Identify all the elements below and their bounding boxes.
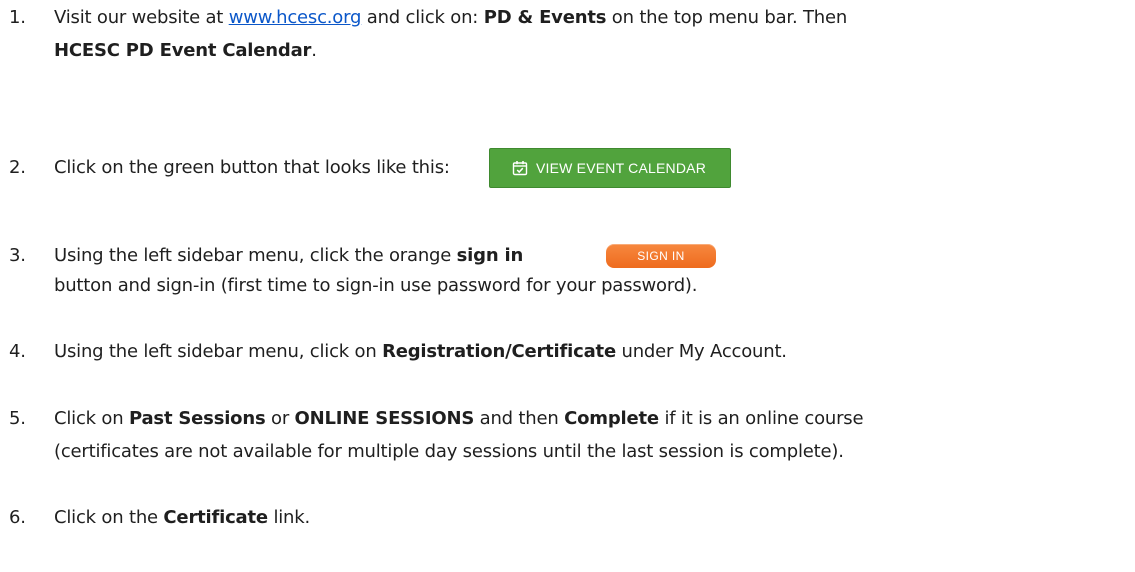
step-5-number: 5. — [9, 408, 26, 429]
step-5-text-a: Click on — [54, 408, 129, 429]
step-3-line-1: Using the left sidebar menu, click the o… — [54, 244, 523, 268]
registration-certificate-label: Registration/Certificate — [382, 341, 616, 362]
view-event-calendar-button[interactable]: VIEW EVENT CALENDAR — [489, 148, 731, 188]
step-6-number: 6. — [9, 507, 26, 528]
step-5-text-b: or — [265, 408, 295, 429]
website-link[interactable]: www.hcesc.org — [229, 7, 362, 28]
step-2-text: Click on the green button that looks lik… — [54, 157, 450, 178]
step-5-line-1: Click on Past Sessions or ONLINE SESSION… — [54, 407, 864, 431]
step-3-line-2: button and sign-in (first time to sign-i… — [54, 275, 698, 296]
complete-label: Complete — [564, 408, 659, 429]
pd-events-label: PD & Events — [483, 7, 607, 28]
step-1-line-2: HCESC PD Event Calendar. — [54, 39, 317, 63]
sign-in-button[interactable]: SIGN IN — [606, 244, 716, 268]
step-5-line-2: (certificates are not available for mult… — [54, 441, 844, 462]
step-5-text-d: if it is an online course — [658, 408, 864, 429]
step-2-number: 2. — [9, 157, 26, 178]
step-1-line-1: Visit our website at www.hcesc.org and c… — [54, 6, 847, 30]
step-6-text: Click on the Certificate link. — [54, 506, 310, 530]
view-event-calendar-label: VIEW EVENT CALENDAR — [536, 160, 707, 176]
online-sessions-label: ONLINE SESSIONS — [294, 408, 475, 429]
step-5-text-c: and then — [474, 408, 565, 429]
calendar-check-icon — [512, 160, 528, 176]
certificate-label: Certificate — [163, 507, 268, 528]
step-4-text: Using the left sidebar menu, click on Re… — [54, 340, 787, 364]
step-1-period: . — [311, 40, 317, 61]
step-6-text-b: link. — [267, 507, 310, 528]
step-1-number: 1. — [9, 7, 26, 28]
step-1-text-b: and click on: — [361, 7, 484, 28]
step-4-number: 4. — [9, 341, 26, 362]
step-1-text-c: on the top menu bar. Then — [606, 7, 848, 28]
step-4-text-after: under My Account. — [615, 341, 787, 362]
step-3-number: 3. — [9, 245, 26, 266]
step-1-text-a: Visit our website at — [54, 7, 229, 28]
step-4-text-before: Using the left sidebar menu, click on — [54, 341, 383, 362]
pd-event-calendar-label: HCESC PD Event Calendar — [54, 40, 312, 61]
sign-in-bold-label: sign in — [456, 245, 524, 266]
past-sessions-label: Past Sessions — [128, 408, 266, 429]
step-6-text-a: Click on the — [54, 507, 164, 528]
step-3-text-before: Using the left sidebar menu, click the o… — [54, 245, 457, 266]
